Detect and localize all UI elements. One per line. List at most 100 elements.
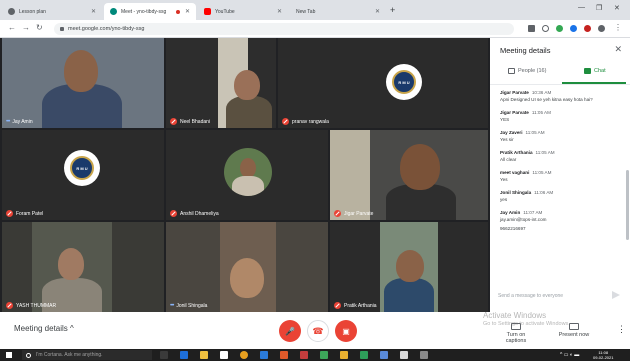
edge-icon[interactable] bbox=[180, 351, 188, 359]
chat-message: Jigar Parvate 10:36 AM Apni Designed UI s… bbox=[500, 90, 620, 103]
chrome-icon[interactable] bbox=[240, 351, 248, 359]
reload-icon[interactable]: ↻ bbox=[36, 23, 43, 32]
forward-icon[interactable]: → bbox=[22, 23, 30, 32]
participant-face bbox=[396, 250, 424, 282]
mic-toggle-button[interactable]: 🎤 bbox=[279, 320, 301, 342]
chat-message: Jigar Parvate 11:05 AM YES bbox=[500, 110, 620, 123]
close-icon[interactable]: ✕ bbox=[91, 8, 96, 15]
close-icon[interactable]: ✕ bbox=[185, 8, 190, 15]
camera-toggle-button[interactable]: ▣ bbox=[335, 320, 357, 342]
cortana-search[interactable]: I'm Cortana. Ask me anything. bbox=[22, 350, 152, 360]
new-tab-button[interactable]: + bbox=[390, 5, 395, 15]
participant-tile[interactable]: R M U pranav rangwala bbox=[278, 38, 488, 128]
tab-new-tab[interactable]: New Tab ✕ bbox=[290, 3, 386, 20]
tab-label: Chat bbox=[594, 68, 606, 74]
file-explorer-icon[interactable] bbox=[200, 351, 208, 359]
app-icon[interactable] bbox=[320, 351, 328, 359]
menu-icon[interactable]: ⋮ bbox=[614, 23, 622, 32]
message-text: Apni Designed UI se yeh kitna easy hota … bbox=[500, 97, 593, 102]
participant-name: Jigar Parvate bbox=[334, 210, 373, 217]
app-icon[interactable] bbox=[400, 351, 408, 359]
tab-people[interactable]: People (16) bbox=[508, 68, 546, 74]
message-text: Yes bbox=[500, 177, 508, 182]
message-sender: Jonil Shingala bbox=[500, 190, 532, 195]
close-window-icon[interactable]: ✕ bbox=[614, 4, 620, 12]
profile-icon[interactable] bbox=[598, 25, 605, 32]
app-icon[interactable] bbox=[340, 351, 348, 359]
participant-tile[interactable]: Anshil Dhameliya bbox=[166, 130, 328, 220]
system-tray[interactable]: ^ ▭ ◐ ▬ bbox=[560, 352, 579, 358]
powerpoint-icon[interactable] bbox=[300, 351, 308, 359]
tab-label: Meet - yno-tibdy-ssg bbox=[121, 8, 167, 15]
star-icon[interactable] bbox=[542, 25, 549, 32]
participant-tile[interactable]: Jigar Parvate bbox=[330, 130, 488, 220]
extension-icon[interactable] bbox=[570, 25, 577, 32]
chat-message: meet vaghani 11:05 AM Yes bbox=[500, 170, 620, 183]
participant-tile[interactable]: ••• Jay Amin bbox=[2, 38, 164, 128]
close-icon[interactable]: ✕ bbox=[614, 44, 622, 55]
chat-icon bbox=[584, 68, 591, 74]
globe-icon bbox=[8, 8, 15, 15]
participant-tile[interactable]: YASH THUMMAR bbox=[2, 222, 164, 312]
address-toolbar: ← → ↻ meet.google.com/yno-tibdy-ssg ⋮ bbox=[0, 20, 630, 38]
leave-call-button[interactable]: ☎ bbox=[307, 320, 329, 342]
tab-lesson-plan[interactable]: Lesson plan ✕ bbox=[2, 3, 102, 20]
app-icon[interactable] bbox=[420, 351, 428, 359]
app-icon[interactable] bbox=[280, 351, 288, 359]
participant-face bbox=[400, 144, 440, 190]
tab-label: People (16) bbox=[518, 68, 547, 74]
minimize-icon[interactable]: — bbox=[578, 4, 585, 11]
close-icon[interactable]: ✕ bbox=[375, 8, 380, 15]
task-view-icon[interactable] bbox=[160, 351, 168, 359]
address-bar[interactable]: meet.google.com/yno-tibdy-ssg bbox=[54, 23, 514, 35]
tab-youtube[interactable]: YouTube ✕ bbox=[198, 3, 288, 20]
send-icon[interactable] bbox=[612, 291, 620, 299]
participant-name: YASH THUMMAR bbox=[6, 302, 56, 309]
chat-input[interactable]: Send a message to everyone bbox=[498, 293, 563, 299]
mic-off-icon bbox=[6, 210, 13, 217]
participant-tile[interactable]: ••• Jonil Shingala bbox=[166, 222, 328, 312]
divider bbox=[490, 84, 630, 85]
message-time: 11:05 AM bbox=[531, 110, 551, 115]
message-text: 9662216697 bbox=[500, 226, 526, 231]
message-sender: Jigar Parvate bbox=[500, 110, 529, 115]
app-icon[interactable] bbox=[260, 351, 268, 359]
extension-icon[interactable] bbox=[556, 25, 563, 32]
message-time: 11:05 AM bbox=[535, 150, 555, 155]
close-icon[interactable]: ✕ bbox=[277, 8, 282, 15]
extension-icon[interactable] bbox=[584, 25, 591, 32]
meet-icon bbox=[110, 8, 117, 15]
store-icon[interactable] bbox=[220, 351, 228, 359]
tab-chat[interactable]: Chat bbox=[584, 68, 606, 74]
tab-meet[interactable]: Meet - yno-tibdy-ssg ✕ bbox=[104, 3, 196, 20]
maximize-icon[interactable]: ❐ bbox=[596, 4, 602, 12]
participant-tile[interactable]: R M U Foram Patel bbox=[2, 130, 164, 220]
present-label: Present now bbox=[558, 332, 590, 338]
more-options-icon[interactable]: ⋮ bbox=[617, 324, 626, 335]
participant-tile[interactable]: Pratik Arthania bbox=[330, 222, 488, 312]
camera-icon[interactable] bbox=[528, 25, 535, 32]
rmu-logo: R M U bbox=[64, 150, 100, 186]
chat-scrollbar[interactable] bbox=[626, 170, 629, 240]
youtube-icon bbox=[204, 8, 211, 15]
windows-start-icon[interactable] bbox=[6, 352, 12, 358]
app-icon[interactable] bbox=[380, 351, 388, 359]
message-sender: Pratik Arthania bbox=[500, 150, 533, 155]
chat-message: Jonil Shingala 11:06 AM yes bbox=[500, 190, 620, 203]
message-text: jay.amin@tops-int.com bbox=[500, 217, 547, 222]
message-sender: Jigar Parvate bbox=[500, 90, 529, 95]
participant-avatar bbox=[224, 148, 272, 196]
taskbar-clock[interactable]: 11:08 09-02-2021 bbox=[593, 350, 613, 360]
chat-message: Jay Zaveri 11:05 AM Yes sir bbox=[500, 130, 620, 143]
message-text: yes bbox=[500, 197, 508, 202]
app-icon[interactable] bbox=[360, 351, 368, 359]
message-time: 11:06 AM bbox=[534, 190, 554, 195]
participant-face bbox=[58, 248, 84, 280]
mic-off-icon bbox=[334, 210, 341, 217]
url-text: meet.google.com/yno-tibdy-ssg bbox=[68, 26, 145, 32]
meeting-details-button[interactable]: Meeting details ^ bbox=[14, 324, 74, 333]
message-text: Yes sir bbox=[500, 137, 514, 142]
speaking-icon: ••• bbox=[170, 303, 174, 309]
participant-tile[interactable]: Neel Bhadani bbox=[166, 38, 276, 128]
back-icon[interactable]: ← bbox=[8, 23, 16, 32]
